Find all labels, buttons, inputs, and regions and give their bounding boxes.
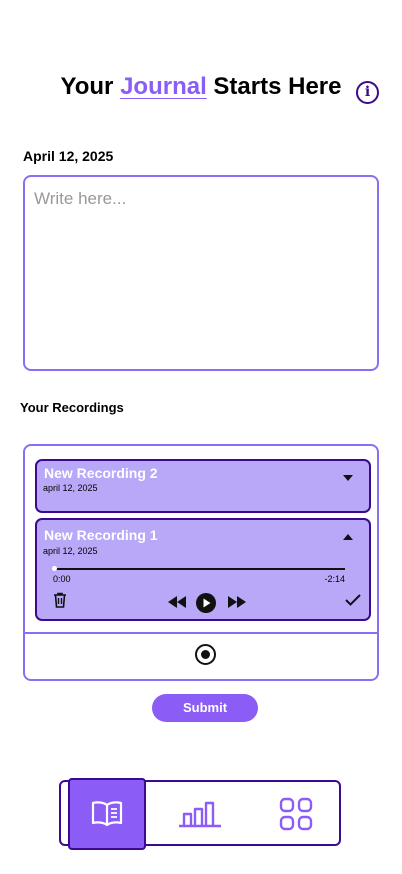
bottom-nav (59, 778, 341, 850)
trash-icon[interactable] (53, 592, 67, 608)
remaining-time: -2:14 (324, 574, 345, 584)
recording-date: april 12, 2025 (43, 546, 98, 556)
info-icon[interactable]: i (356, 81, 379, 104)
play-icon[interactable] (195, 592, 217, 614)
recordings-heading: Your Recordings (20, 400, 124, 415)
nav-item-journal[interactable] (68, 778, 146, 850)
check-icon[interactable] (345, 594, 361, 606)
journal-date: April 12, 2025 (23, 148, 114, 164)
divider (25, 632, 377, 634)
recording-date: april 12, 2025 (43, 483, 98, 493)
title-prefix: Your (60, 73, 121, 100)
rewind-icon[interactable] (167, 596, 187, 608)
fast-forward-icon[interactable] (227, 596, 247, 608)
bar-chart-icon (179, 801, 221, 828)
recording-name: New Recording 2 (44, 465, 158, 481)
nav-item-apps[interactable] (257, 778, 335, 850)
page-title: Your Journal Starts Here (0, 72, 402, 101)
submit-button[interactable]: Submit (152, 694, 258, 722)
progress-knob[interactable] (52, 566, 57, 571)
elapsed-time: 0:00 (53, 574, 71, 584)
grid-icon (279, 797, 313, 831)
record-dot-icon (201, 650, 210, 659)
recording-name: New Recording 1 (44, 527, 158, 543)
recording-card-1[interactable]: New Recording 1 april 12, 2025 0:00 -2:1… (35, 518, 371, 621)
recording-card-2[interactable]: New Recording 2 april 12, 2025 (35, 459, 371, 513)
book-open-icon (91, 801, 123, 827)
recordings-panel: New Recording 2 april 12, 2025 New Recor… (23, 444, 379, 681)
record-button[interactable] (195, 644, 216, 665)
expand-icon[interactable] (343, 475, 353, 481)
journal-input[interactable] (23, 175, 379, 371)
progress-track[interactable] (52, 566, 345, 571)
title-accent: Journal (120, 73, 207, 100)
title-suffix: Starts Here (206, 73, 342, 100)
info-glyph: i (364, 84, 371, 100)
collapse-icon[interactable] (343, 534, 353, 540)
nav-item-stats[interactable] (161, 778, 239, 850)
